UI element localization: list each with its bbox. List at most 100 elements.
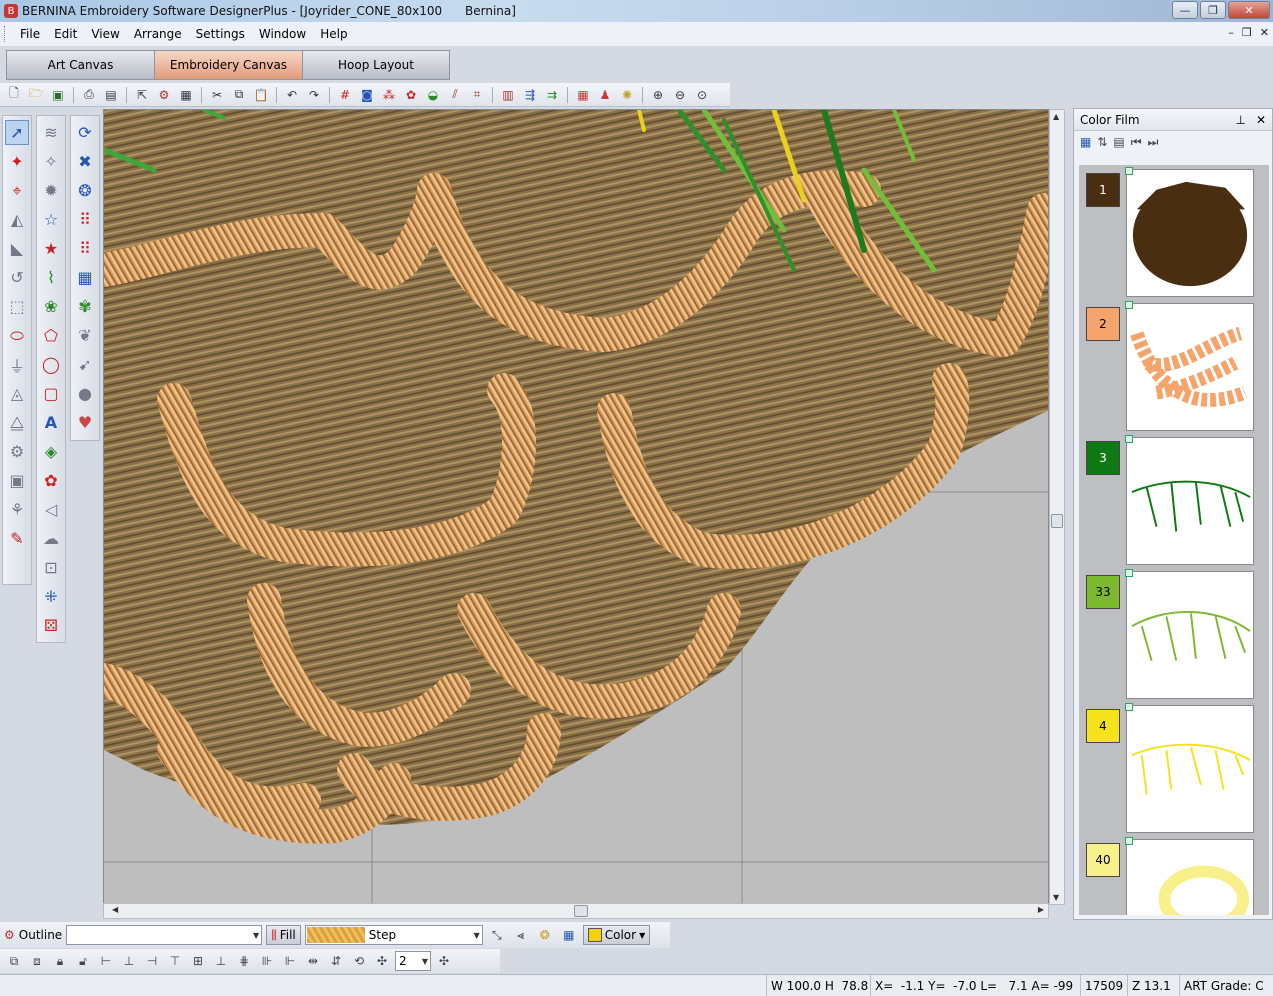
feather-icon[interactable]: ➹ xyxy=(73,352,97,377)
close-button[interactable]: ✕ xyxy=(1228,1,1270,19)
stitch-angle-icon[interactable]: ⤡ xyxy=(487,925,507,945)
transform-icon[interactable]: ⚘ xyxy=(5,497,29,522)
lock-icon[interactable]: 🔒︎ xyxy=(50,951,70,971)
reshape-icon[interactable]: ⬭ xyxy=(5,323,29,348)
fill-type-select[interactable]: Step ▼ xyxy=(304,925,483,945)
restore-button[interactable]: ❐ xyxy=(1200,1,1226,19)
dice-icon[interactable]: ⚄ xyxy=(39,613,63,638)
squiggle-icon[interactable]: ⌇ xyxy=(39,265,63,290)
lettering-icon[interactable]: A xyxy=(39,410,63,435)
zoom-box-icon[interactable]: ⊙ xyxy=(692,85,712,105)
menu-help[interactable]: Help xyxy=(313,25,354,43)
tab-hoop-layout[interactable]: Hoop Layout xyxy=(302,50,450,80)
sphere-icon[interactable]: ● xyxy=(73,381,97,406)
show-bitmap-icon[interactable]: ✿ xyxy=(401,85,421,105)
group-icon[interactable]: ▤ xyxy=(1113,135,1124,149)
magic-select-icon[interactable]: ✦ xyxy=(5,149,29,174)
visible-flag-icon[interactable] xyxy=(1125,435,1133,443)
color-film-swatch[interactable]: 4 xyxy=(1086,709,1120,743)
menu-edit[interactable]: Edit xyxy=(47,25,84,43)
unlock-icon[interactable]: 🔓︎ xyxy=(73,951,93,971)
show-grid-icon[interactable]: # xyxy=(335,85,355,105)
redo-icon[interactable]: ↷ xyxy=(304,85,324,105)
show-hoop-icon[interactable]: ◙ xyxy=(357,85,377,105)
bernina-app-icon[interactable]: B xyxy=(4,4,18,18)
pin-icon[interactable]: ⊥ xyxy=(1235,113,1245,127)
color-palette-icon[interactable]: ▦ xyxy=(573,85,593,105)
tab-art-canvas[interactable]: Art Canvas xyxy=(6,50,154,80)
align-right-icon[interactable]: ⊣ xyxy=(142,951,162,971)
mirror-horizontal-icon[interactable]: ⇹ xyxy=(303,951,323,971)
send-machine-icon[interactable]: ⚙ xyxy=(154,85,174,105)
color-film-item[interactable]: 33 xyxy=(1079,569,1269,701)
paste-icon[interactable]: 📋 xyxy=(251,85,271,105)
vertical-scroll-thumb[interactable] xyxy=(1051,514,1063,528)
flower-badge-icon[interactable]: ✿ xyxy=(39,468,63,493)
cross-stitch-icon[interactable]: ⁜ xyxy=(39,584,63,609)
menu-view[interactable]: View xyxy=(84,25,126,43)
color-wheel-icon[interactable]: ✺ xyxy=(617,85,637,105)
rotate-icon[interactable]: ⟲ xyxy=(349,951,369,971)
vertical-scrollbar[interactable]: ▲ ▼ xyxy=(1049,109,1065,905)
monogram-icon[interactable]: ◈ xyxy=(39,439,63,464)
shape-arrow-icon[interactable]: ◣ xyxy=(5,236,29,261)
spiral-icon[interactable]: ❂ xyxy=(535,925,555,945)
align-left-icon[interactable]: ⊢ xyxy=(96,951,116,971)
cut-icon[interactable]: ✂ xyxy=(207,85,227,105)
visible-flag-icon[interactable] xyxy=(1125,837,1133,845)
rotate-icon[interactable]: ↺ xyxy=(5,265,29,290)
distribute-icon[interactable]: ⋕ xyxy=(234,951,254,971)
thread-colors-icon[interactable]: ♟ xyxy=(595,85,615,105)
scroll-up-icon[interactable]: ▲ xyxy=(1053,112,1059,121)
tab-embroidery-canvas[interactable]: Embroidery Canvas xyxy=(154,50,302,80)
bead-row-icon[interactable]: ⠿ xyxy=(73,207,97,232)
color-select-button[interactable]: Color ▼ xyxy=(582,925,651,945)
color-film-swatch[interactable]: 40 xyxy=(1086,843,1120,877)
gear-icon[interactable]: ⚙ xyxy=(5,439,29,464)
color-film-item[interactable]: 4 xyxy=(1079,703,1269,835)
visible-flag-icon[interactable] xyxy=(1125,167,1133,175)
cloud-icon[interactable]: ☁ xyxy=(39,526,63,551)
satin-icon[interactable]: ≋ xyxy=(39,120,63,145)
mirror-icon[interactable]: ◬ xyxy=(5,381,29,406)
stack-icon[interactable]: ⧋ xyxy=(5,410,29,435)
menu-file[interactable]: File xyxy=(13,25,47,43)
leaf-icon[interactable]: ❦ xyxy=(73,323,97,348)
sequence-icon[interactable]: ⇅ xyxy=(1097,135,1107,149)
space-horizontal-icon[interactable]: ⊪ xyxy=(257,951,277,971)
heart-icon[interactable]: ♥ xyxy=(73,410,97,435)
print-preview-icon[interactable]: ▤ xyxy=(101,85,121,105)
align-top-icon[interactable]: ⊤ xyxy=(165,951,185,971)
color-fx-icon[interactable]: ✎ xyxy=(5,526,29,551)
zoom-out-icon[interactable]: ⊖ xyxy=(670,85,690,105)
circle-icon[interactable]: ◯ xyxy=(39,352,63,377)
show-stitches-icon[interactable]: ⁂ xyxy=(379,85,399,105)
color-film-thumbnail[interactable] xyxy=(1126,839,1254,915)
zoom-in-icon[interactable]: ⊕ xyxy=(648,85,668,105)
effects-icon[interactable]: ⪡ xyxy=(511,925,531,945)
scroll-right-icon[interactable]: ▶ xyxy=(1038,905,1044,914)
cross-shape-icon[interactable]: ✖ xyxy=(73,149,97,174)
color-film-swatch[interactable]: 33 xyxy=(1086,575,1120,609)
artistic-view-icon[interactable]: ⫽ xyxy=(445,85,465,105)
color-film-item[interactable]: 1 xyxy=(1079,167,1269,299)
color-film-swatch[interactable]: 2 xyxy=(1086,307,1120,341)
frame-icon[interactable]: ⊡ xyxy=(39,555,63,580)
bead-grid-icon[interactable]: ⠿ xyxy=(73,236,97,261)
color-film-item[interactable]: 2 xyxy=(1079,301,1269,433)
group-icon[interactable]: ⧉ xyxy=(4,951,24,971)
magic-wand-icon[interactable]: ✧ xyxy=(39,149,63,174)
color-film-swatch[interactable]: 3 xyxy=(1086,441,1120,475)
flower-icon[interactable]: ❀ xyxy=(39,294,63,319)
color-film-thumbnail[interactable] xyxy=(1126,571,1254,699)
polygon-icon[interactable]: ⬠ xyxy=(39,323,63,348)
undo-icon[interactable]: ↶ xyxy=(282,85,302,105)
color-film-thumbnail[interactable] xyxy=(1126,169,1254,297)
color-film-item[interactable]: 40 xyxy=(1079,837,1269,915)
fill-toggle-button[interactable]: ⫼ Fill xyxy=(266,925,301,945)
wreath-icon[interactable]: ✣ xyxy=(434,951,454,971)
visible-flag-icon[interactable] xyxy=(1125,301,1133,309)
point-select-icon[interactable]: ⌖ xyxy=(5,178,29,203)
minimize-button[interactable]: — xyxy=(1172,1,1198,19)
array-icon[interactable]: ✣ xyxy=(372,951,392,971)
